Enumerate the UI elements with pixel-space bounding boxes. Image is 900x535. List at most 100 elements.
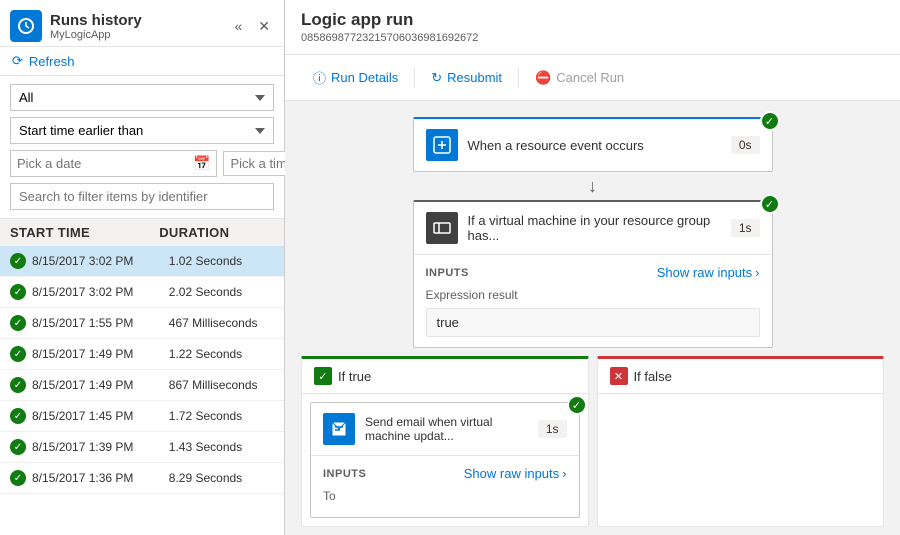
condition-inputs-label: INPUTS	[426, 267, 469, 279]
run-start-time: 8/15/2017 1:36 PM	[32, 471, 169, 485]
action-label: Send email when virtual machine updat...	[365, 415, 530, 443]
runs-list: ✓ 8/15/2017 3:02 PM 1.02 Seconds ✓ 8/15/…	[0, 246, 284, 535]
trigger-node-header: When a resource event occurs 0s ✓	[414, 119, 772, 171]
action-inputs-label: INPUTS	[323, 468, 366, 480]
right-toolbar: ⓘ Run Details ↻ Resubmit ⛔ Cancel Run	[285, 55, 900, 101]
refresh-icon: ⟳	[12, 53, 23, 69]
condition-node-body: INPUTS Show raw inputs › Expression resu…	[414, 254, 772, 347]
branch-false-label: If false	[634, 369, 672, 384]
action-inputs-header: INPUTS Show raw inputs ›	[323, 466, 567, 481]
resubmit-button[interactable]: ↻ Resubmit	[419, 65, 514, 91]
date-row: 📅	[10, 150, 274, 177]
run-row[interactable]: ✓ 8/15/2017 1:36 PM 8.29 Seconds	[0, 463, 284, 494]
col-duration-header: DURATION	[159, 225, 274, 240]
run-success-icon: ✓	[10, 284, 26, 300]
run-start-time: 8/15/2017 1:55 PM	[32, 316, 169, 330]
run-start-time: 8/15/2017 3:02 PM	[32, 285, 169, 299]
calendar-icon[interactable]: 📅	[193, 155, 210, 172]
run-duration: 1.02 Seconds	[169, 254, 274, 268]
run-duration: 1.72 Seconds	[169, 409, 274, 423]
right-title: Logic app run	[301, 10, 884, 30]
run-row[interactable]: ✓ 8/15/2017 1:49 PM 867 Milliseconds	[0, 370, 284, 401]
condition-icon-wrap	[426, 212, 458, 244]
condition-inputs-header: INPUTS Show raw inputs ›	[426, 265, 760, 280]
status-filter[interactable]: All	[10, 84, 274, 111]
cancel-run-button[interactable]: ⛔ Cancel Run	[523, 65, 636, 91]
trigger-duration: 0s	[731, 136, 760, 154]
run-row[interactable]: ✓ 8/15/2017 3:02 PM 2.02 Seconds	[0, 277, 284, 308]
panel-title-group: Runs history MyLogicApp	[50, 12, 142, 41]
run-row[interactable]: ✓ 8/15/2017 1:45 PM 1.72 Seconds	[0, 401, 284, 432]
action-node[interactable]: Send email when virtual machine updat...…	[310, 402, 580, 518]
run-start-time: 8/15/2017 3:02 PM	[32, 254, 169, 268]
left-panel: Runs history MyLogicApp « ✕ ⟳ Refresh Al…	[0, 0, 285, 535]
condition-show-raw[interactable]: Show raw inputs ›	[657, 265, 760, 280]
resubmit-icon: ↻	[431, 70, 442, 86]
action-node-body: INPUTS Show raw inputs › To	[311, 455, 579, 517]
run-duration: 1.43 Seconds	[169, 440, 274, 454]
condition-node[interactable]: If a virtual machine in your resource gr…	[413, 200, 773, 348]
branch-false: ✕ If false	[597, 356, 885, 527]
run-success-icon: ✓	[10, 439, 26, 455]
run-duration: 867 Milliseconds	[169, 378, 274, 392]
resubmit-label: Resubmit	[447, 70, 502, 85]
panel-header-left: Runs history MyLogicApp	[10, 10, 142, 42]
flow-container: When a resource event occurs 0s ✓ ↓ If	[301, 117, 884, 527]
trigger-node[interactable]: When a resource event occurs 0s ✓	[413, 117, 773, 172]
branch-false-header: ✕ If false	[598, 359, 884, 394]
condition-duration: 1s	[731, 219, 760, 237]
right-subtitle: 08586987723215706036981692672	[301, 32, 884, 44]
refresh-label: Refresh	[29, 54, 75, 69]
panel-header-right: « ✕	[230, 16, 274, 37]
condition-label: If a virtual machine in your resource gr…	[468, 213, 723, 243]
canvas-area: When a resource event occurs 0s ✓ ↓ If	[285, 101, 900, 535]
branch-true-label: If true	[338, 369, 371, 384]
branch-true-header: ✓ If true	[302, 359, 588, 394]
close-button[interactable]: ✕	[254, 16, 274, 37]
cancel-run-icon: ⛔	[535, 70, 551, 86]
run-row[interactable]: ✓ 8/15/2017 1:55 PM 467 Milliseconds	[0, 308, 284, 339]
condition-node-header: If a virtual machine in your resource gr…	[414, 202, 772, 254]
branch-false-icon: ✕	[610, 367, 628, 385]
condition-expr-label: Expression result	[426, 288, 760, 302]
date-input-wrap: 📅	[10, 150, 217, 177]
panel-subtitle: MyLogicApp	[50, 29, 142, 41]
col-start-time-header: START TIME	[10, 225, 159, 240]
run-details-button[interactable]: ⓘ Run Details	[301, 63, 410, 92]
run-success-icon: ✓	[10, 470, 26, 486]
panel-header: Runs history MyLogicApp « ✕	[0, 0, 284, 47]
arrow-down-1: ↓	[588, 172, 597, 200]
chevron-right-icon-2: ›	[562, 466, 566, 481]
run-start-time: 8/15/2017 1:49 PM	[32, 378, 169, 392]
condition-icon	[432, 218, 452, 238]
run-duration: 8.29 Seconds	[169, 471, 274, 485]
condition-expr-value: true	[426, 308, 760, 337]
refresh-button[interactable]: ⟳ Refresh	[0, 47, 284, 76]
run-success-icon: ✓	[10, 346, 26, 362]
table-header: START TIME DURATION	[0, 219, 284, 246]
trigger-icon	[432, 135, 452, 155]
run-row[interactable]: ✓ 8/15/2017 1:39 PM 1.43 Seconds	[0, 432, 284, 463]
action-node-header: Send email when virtual machine updat...…	[311, 403, 579, 455]
trigger-icon-wrap	[426, 129, 458, 161]
cancel-run-label: Cancel Run	[556, 70, 624, 85]
run-success-icon: ✓	[10, 377, 26, 393]
branch-true: ✓ If true	[301, 356, 589, 527]
toolbar-separator-2	[518, 68, 519, 88]
collapse-button[interactable]: «	[230, 16, 246, 36]
run-duration: 2.02 Seconds	[169, 285, 274, 299]
toolbar-separator-1	[414, 68, 415, 88]
search-input[interactable]	[10, 183, 274, 210]
run-row[interactable]: ✓ 8/15/2017 1:49 PM 1.22 Seconds	[0, 339, 284, 370]
run-success-icon: ✓	[10, 253, 26, 269]
filter-section: All Start time earlier than 📅	[0, 76, 284, 219]
trigger-success-check: ✓	[760, 111, 780, 131]
run-success-icon: ✓	[10, 408, 26, 424]
right-header: Logic app run 08586987723215706036981692…	[285, 0, 900, 55]
action-show-raw[interactable]: Show raw inputs ›	[464, 466, 567, 481]
run-row[interactable]: ✓ 8/15/2017 3:02 PM 1.02 Seconds	[0, 246, 284, 277]
date-input[interactable]	[17, 156, 193, 171]
action-icon	[329, 419, 349, 439]
run-success-icon: ✓	[10, 315, 26, 331]
start-time-filter[interactable]: Start time earlier than	[10, 117, 274, 144]
